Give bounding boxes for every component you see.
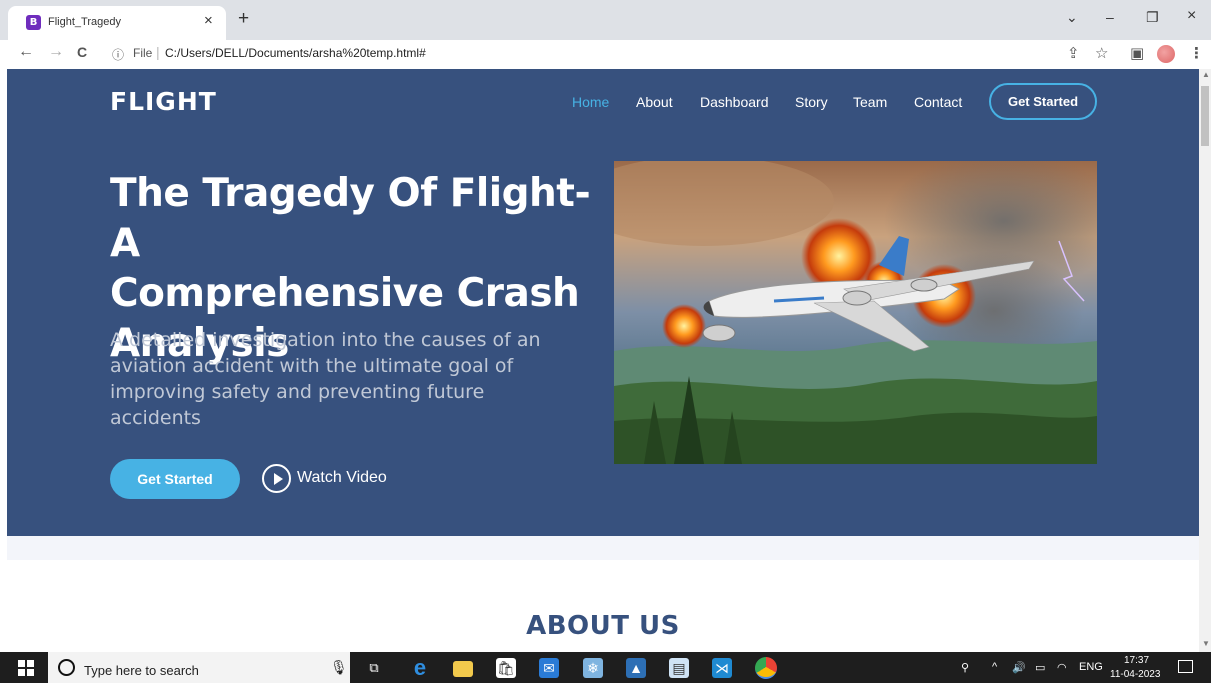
store-icon[interactable]: 🛍 — [496, 658, 516, 678]
volume-icon[interactable]: 🔊 — [1012, 661, 1026, 674]
scrollbar-thumb[interactable] — [1201, 86, 1209, 146]
scroll-down-arrow-icon[interactable]: ▼ — [1202, 639, 1210, 648]
reload-button[interactable]: C — [77, 44, 87, 60]
vscode-icon[interactable]: ⋊ — [712, 658, 732, 678]
nav-about[interactable]: About — [636, 94, 673, 110]
back-button[interactable]: ← — [18, 43, 34, 61]
forward-button[interactable]: → — [48, 43, 64, 61]
hero-title-line: The Tragedy Of Flight-A — [110, 171, 591, 266]
section-divider-strip — [7, 536, 1199, 560]
hero-subtitle: A detailed investigation into the causes… — [110, 327, 580, 431]
nav-contact[interactable]: Contact — [914, 94, 962, 110]
tab-close-icon[interactable]: × — [204, 12, 213, 29]
play-circle-icon[interactable] — [262, 464, 291, 493]
windows-taskbar: Type here to search 🎙 ⧉ e 🛍 ✉ ❄ ▲ ▤ ⋊ ⚲ … — [0, 652, 1211, 683]
clock-date[interactable]: 11-04-2023 — [1110, 669, 1160, 680]
minimize-button[interactable]: – — [1106, 9, 1114, 25]
hero-section: FLIGHT Home About Dashboard Story Team C… — [7, 69, 1199, 536]
hero-get-started-button[interactable]: Get Started — [110, 459, 240, 499]
scroll-up-arrow-icon[interactable]: ▲ — [1202, 70, 1210, 79]
windows-start-icon[interactable] — [18, 660, 34, 676]
hero-subtitle-line: aviation accident with the ultimate goal… — [110, 355, 514, 377]
new-tab-button[interactable]: + — [238, 8, 249, 30]
url-scheme: File — [133, 46, 153, 60]
edge-browser-icon[interactable]: e — [410, 657, 430, 679]
taskbar-search-placeholder: Type here to search — [84, 663, 199, 678]
clock-time[interactable]: 17:37 — [1124, 655, 1149, 666]
header-get-started-button[interactable]: Get Started — [989, 83, 1097, 120]
mail-icon[interactable]: ✉ — [539, 658, 559, 678]
microphone-icon[interactable]: 🎙 — [330, 659, 348, 676]
bookmark-star-icon[interactable]: ☆ — [1095, 44, 1108, 62]
chrome-icon[interactable] — [755, 657, 777, 679]
task-view-icon[interactable]: ⧉ — [364, 658, 384, 678]
nav-team[interactable]: Team — [853, 94, 887, 110]
hero-subtitle-line: A detailed investigation into the causes… — [110, 329, 541, 351]
tab-title: Flight_Tragedy — [48, 16, 121, 28]
battery-icon[interactable]: ▭ — [1035, 661, 1045, 674]
language-indicator[interactable]: ENG — [1079, 661, 1103, 673]
share-icon[interactable]: ⇪ — [1067, 44, 1080, 62]
bootstrap-favicon-icon: B — [26, 15, 41, 30]
hero-subtitle-line: improving safety and preventing future a… — [110, 381, 485, 429]
url-input[interactable]: C:/Users/DELL/Documents/arsha%20temp.htm… — [165, 46, 426, 60]
restore-button[interactable]: ❐ — [1146, 9, 1159, 26]
side-panel-icon[interactable]: ▣ — [1130, 44, 1144, 62]
cortana-circle-icon — [58, 659, 75, 676]
about-section-title: ABOUT US — [526, 611, 680, 641]
close-window-button[interactable]: × — [1187, 7, 1196, 25]
photos-icon[interactable]: ▲ — [626, 658, 646, 678]
notification-center-icon[interactable] — [1178, 660, 1193, 673]
wifi-icon[interactable]: ◠ — [1057, 661, 1067, 674]
snipping-tool-icon[interactable]: ❄ — [583, 658, 603, 678]
hero-title-line: Comprehensive Crash — [110, 271, 580, 316]
browser-tab[interactable]: B Flight_Tragedy × — [8, 6, 226, 40]
address-bar: ← → C ⓘ File | C:/Users/DELL/Documents/a… — [0, 40, 1211, 69]
tab-search-icon[interactable]: ⌄ — [1066, 9, 1078, 26]
nav-home[interactable]: Home — [572, 94, 609, 110]
url-divider: | — [156, 44, 160, 60]
watch-video-link[interactable]: Watch Video — [297, 469, 387, 487]
nav-story[interactable]: Story — [795, 94, 828, 110]
show-hidden-icons-icon[interactable]: ^ — [992, 661, 997, 673]
browser-tab-bar: B Flight_Tragedy × + ⌄ – ❐ × — [0, 0, 1211, 40]
page-scrollbar[interactable] — [1199, 69, 1211, 652]
site-logo[interactable]: FLIGHT — [110, 87, 217, 116]
burning-airplane-image — [614, 161, 1097, 464]
taskbar-search-box[interactable]: Type here to search 🎙 — [48, 652, 350, 683]
file-explorer-icon[interactable] — [453, 661, 473, 677]
notepad-icon[interactable]: ▤ — [669, 658, 689, 678]
site-info-icon[interactable]: ⓘ — [112, 46, 124, 63]
profile-avatar[interactable] — [1157, 45, 1175, 63]
nav-dashboard[interactable]: Dashboard — [700, 94, 769, 110]
chrome-menu-icon[interactable]: ⋮ — [1189, 44, 1204, 62]
people-icon[interactable]: ⚲ — [961, 661, 969, 674]
page-viewport: FLIGHT Home About Dashboard Story Team C… — [7, 69, 1199, 652]
